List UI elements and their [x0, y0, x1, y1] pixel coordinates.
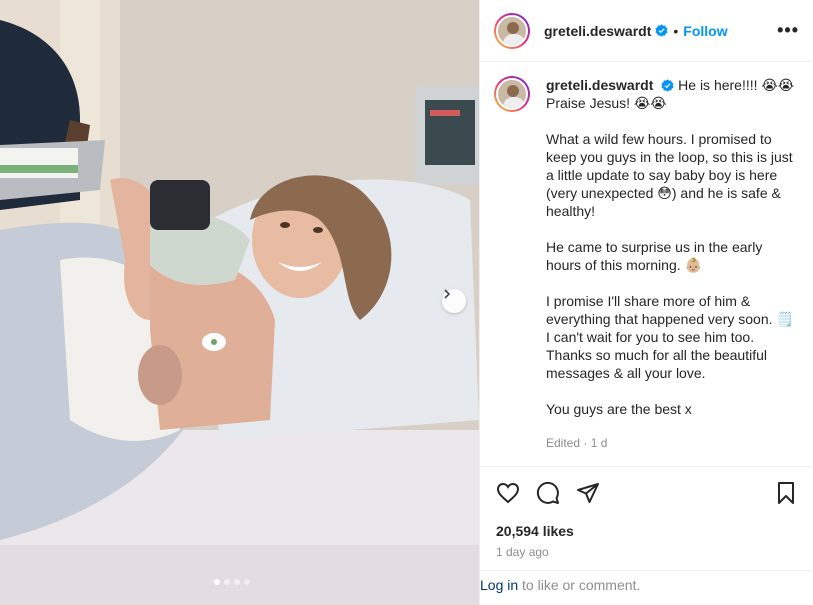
likes-count[interactable]: 20,594 likes [496, 523, 798, 539]
carousel-dot[interactable] [234, 579, 240, 585]
caption-username[interactable]: greteli.deswardt [546, 77, 653, 93]
post-header: greteli.deswardt • Follow ••• [480, 0, 813, 62]
caption-para1: What a wild few hours. I promised to kee… [546, 131, 793, 219]
caption-para2: He came to surprise us in the early hour… [546, 239, 763, 273]
chevron-right-icon [444, 289, 451, 299]
post-photo[interactable] [0, 0, 479, 605]
avatar[interactable] [494, 76, 530, 112]
username-link[interactable]: greteli.deswardt [544, 23, 651, 39]
follow-button[interactable]: Follow [683, 23, 727, 39]
caption-para3: I promise I'll share more of him & every… [546, 293, 794, 381]
caption: greteli.deswardt He is here!!!! 😭😭 Prais… [546, 76, 796, 452]
post-timestamp[interactable]: 1 day ago [496, 545, 798, 559]
separator-dot: • [673, 22, 679, 39]
login-prompt: Log in to like or comment. [480, 570, 813, 605]
more-options-button[interactable]: ••• [777, 20, 799, 41]
carousel-dot[interactable] [224, 579, 230, 585]
post-sidebar: greteli.deswardt • Follow ••• greteli.de… [479, 0, 813, 605]
photo-illustration [0, 0, 479, 605]
post-actions: 20,594 likes 1 day ago [480, 466, 813, 559]
caption-area: greteli.deswardt He is here!!!! 😭😭 Prais… [480, 62, 813, 466]
caption-row: greteli.deswardt He is here!!!! 😭😭 Prais… [494, 76, 800, 452]
caption-para4: You guys are the best x [546, 401, 692, 417]
carousel-dots [214, 579, 250, 585]
carousel-dot[interactable] [244, 579, 250, 585]
avatar[interactable] [494, 12, 530, 49]
edited-label: Edited · 1 d [546, 436, 608, 450]
verified-badge-icon [661, 79, 674, 92]
login-suffix: to like or comment. [518, 577, 641, 593]
heart-icon[interactable] [496, 481, 520, 505]
bookmark-icon[interactable] [774, 481, 798, 505]
share-icon[interactable] [576, 481, 600, 505]
carousel-next-button[interactable] [442, 289, 466, 313]
action-icons [496, 481, 798, 505]
carousel-dot[interactable] [214, 579, 220, 585]
verified-badge-icon [655, 24, 668, 37]
login-link[interactable]: Log in [480, 577, 518, 593]
comment-icon[interactable] [536, 481, 560, 505]
